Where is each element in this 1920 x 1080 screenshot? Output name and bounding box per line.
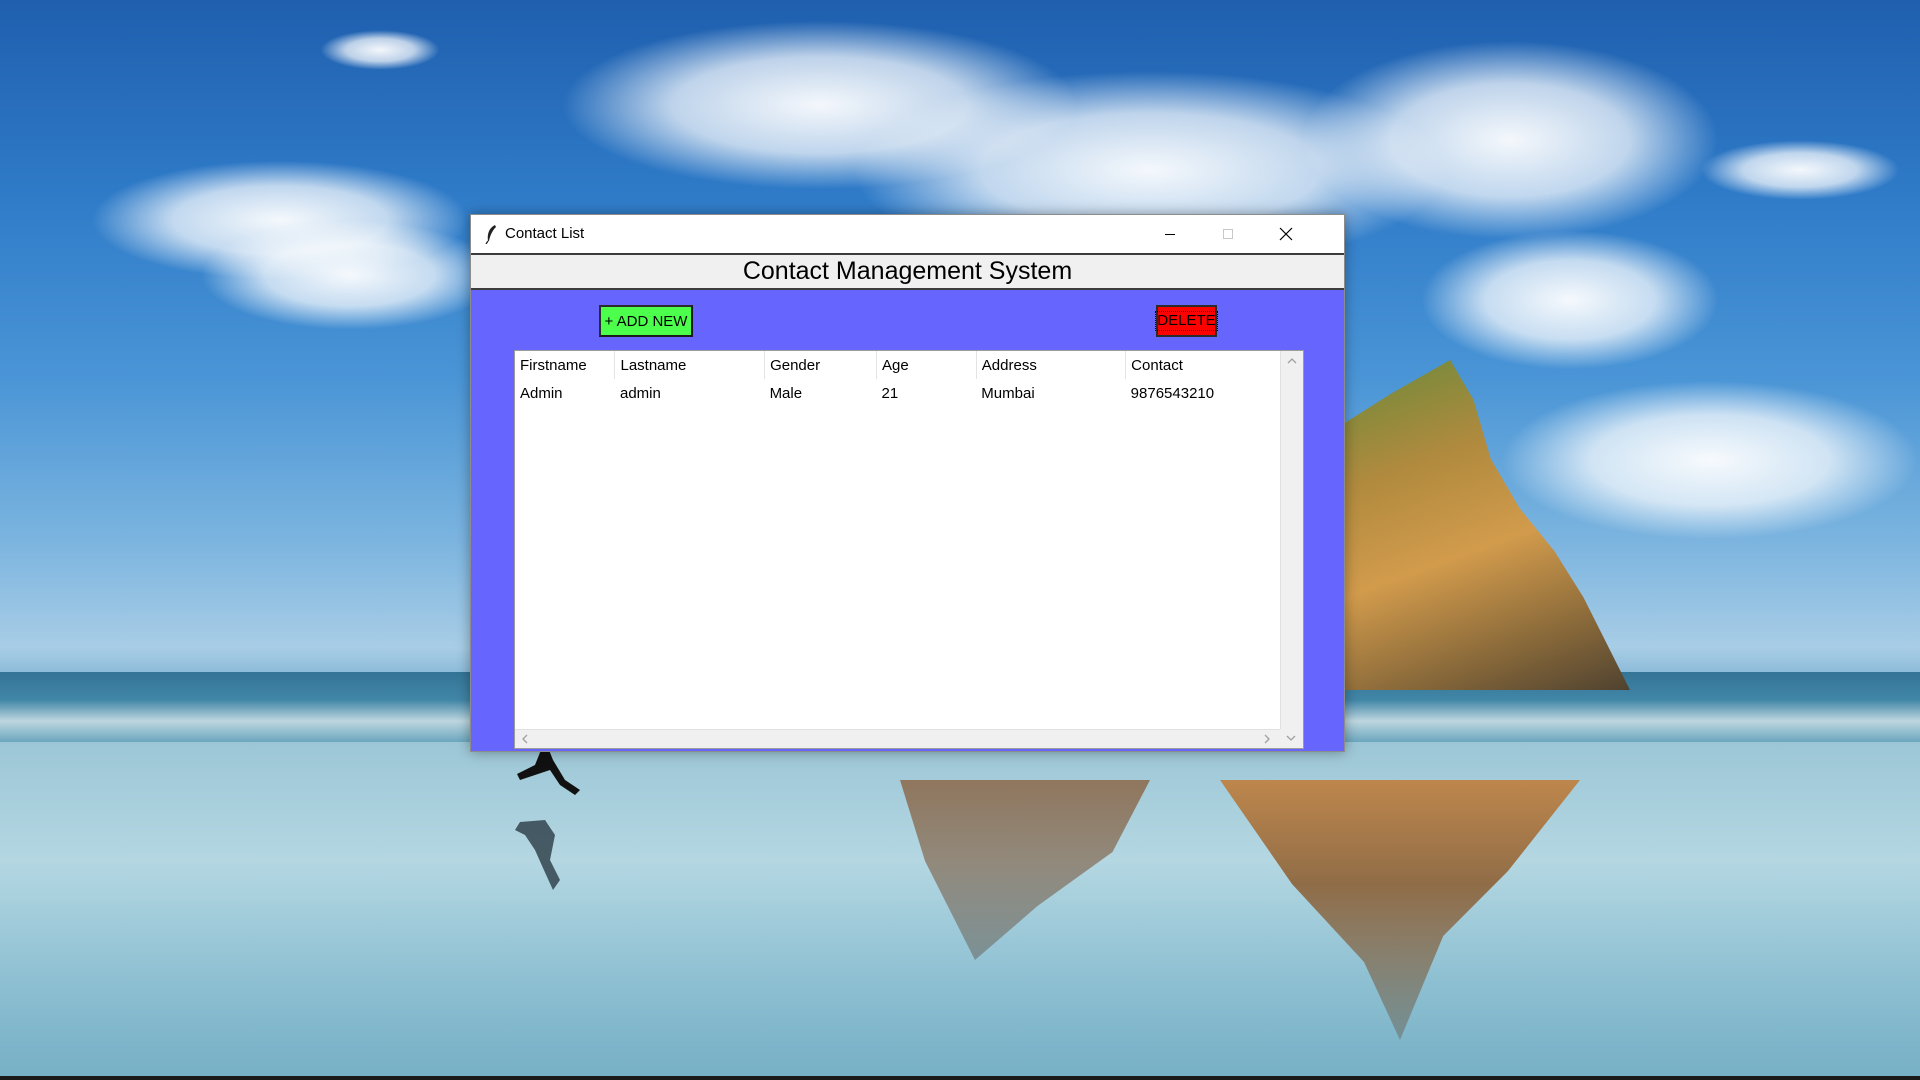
table-header-row: Firstname Lastname Gender Age Address Co… bbox=[515, 351, 1280, 379]
scroll-up-arrow[interactable] bbox=[1285, 354, 1299, 368]
cloud bbox=[200, 220, 500, 330]
chevron-left-icon bbox=[522, 734, 528, 744]
contacts-table[interactable]: Firstname Lastname Gender Age Address Co… bbox=[514, 350, 1304, 749]
cell-age: 21 bbox=[881, 384, 899, 402]
scroll-left-arrow[interactable] bbox=[518, 732, 532, 746]
cell-address: Mumbai bbox=[981, 384, 1035, 402]
cell-lastname: admin bbox=[619, 384, 661, 402]
table-viewport: Firstname Lastname Gender Age Address Co… bbox=[515, 351, 1280, 729]
cloud bbox=[1700, 140, 1900, 200]
add-new-button[interactable]: + ADD NEW bbox=[599, 305, 693, 337]
taskbar-edge bbox=[0, 1076, 1920, 1080]
close-button[interactable] bbox=[1257, 215, 1315, 253]
contacts-grid: Firstname Lastname Gender Age Address Co… bbox=[515, 351, 1280, 407]
column-header-firstname[interactable]: Firstname bbox=[515, 351, 616, 379]
close-icon bbox=[1279, 227, 1293, 241]
cell-firstname: Admin bbox=[520, 384, 563, 402]
scroll-right-arrow[interactable] bbox=[1260, 732, 1274, 746]
chevron-down-icon bbox=[1286, 735, 1296, 741]
cell-contact: 9876543210 bbox=[1130, 384, 1215, 402]
column-header-age[interactable]: Age bbox=[876, 351, 977, 379]
title-bar[interactable]: Contact List bbox=[471, 215, 1344, 253]
horizontal-scrollbar[interactable] bbox=[515, 729, 1280, 748]
contact-list-window: Contact List Contact Management System +… bbox=[470, 214, 1345, 752]
app-heading: Contact Management System bbox=[742, 257, 1073, 285]
vertical-scrollbar[interactable] bbox=[1280, 351, 1303, 729]
chevron-right-icon bbox=[1264, 734, 1270, 744]
delete-label: DELETE bbox=[1155, 311, 1218, 331]
chevron-up-icon bbox=[1287, 358, 1297, 364]
column-header-gender[interactable]: Gender bbox=[764, 351, 878, 379]
maximize-button[interactable] bbox=[1199, 215, 1257, 253]
cloud bbox=[1420, 230, 1720, 370]
column-header-lastname[interactable]: Lastname bbox=[614, 351, 766, 379]
column-header-address[interactable]: Address bbox=[976, 351, 1127, 379]
table-row[interactable]: Admin admin Male 21 Mumbai 9876543210 bbox=[515, 379, 1280, 407]
scroll-corner bbox=[1280, 729, 1303, 748]
cell-gender: Male bbox=[769, 384, 803, 402]
runner-silhouette bbox=[515, 740, 580, 890]
maximize-icon bbox=[1223, 229, 1233, 239]
add-new-label: + ADD NEW bbox=[604, 312, 688, 330]
column-header-contact[interactable]: Contact bbox=[1125, 351, 1280, 379]
scroll-down-arrow[interactable] bbox=[1284, 731, 1298, 745]
minimize-button[interactable] bbox=[1141, 215, 1199, 253]
header-bar: Contact Management System bbox=[471, 253, 1344, 290]
cloud bbox=[1300, 40, 1720, 240]
cloud bbox=[1500, 380, 1920, 540]
feather-icon bbox=[485, 225, 496, 244]
delete-button[interactable]: DELETE bbox=[1155, 305, 1218, 337]
window-title: Contact List bbox=[505, 225, 585, 242]
cloud bbox=[320, 30, 440, 70]
minimize-icon bbox=[1165, 234, 1175, 235]
